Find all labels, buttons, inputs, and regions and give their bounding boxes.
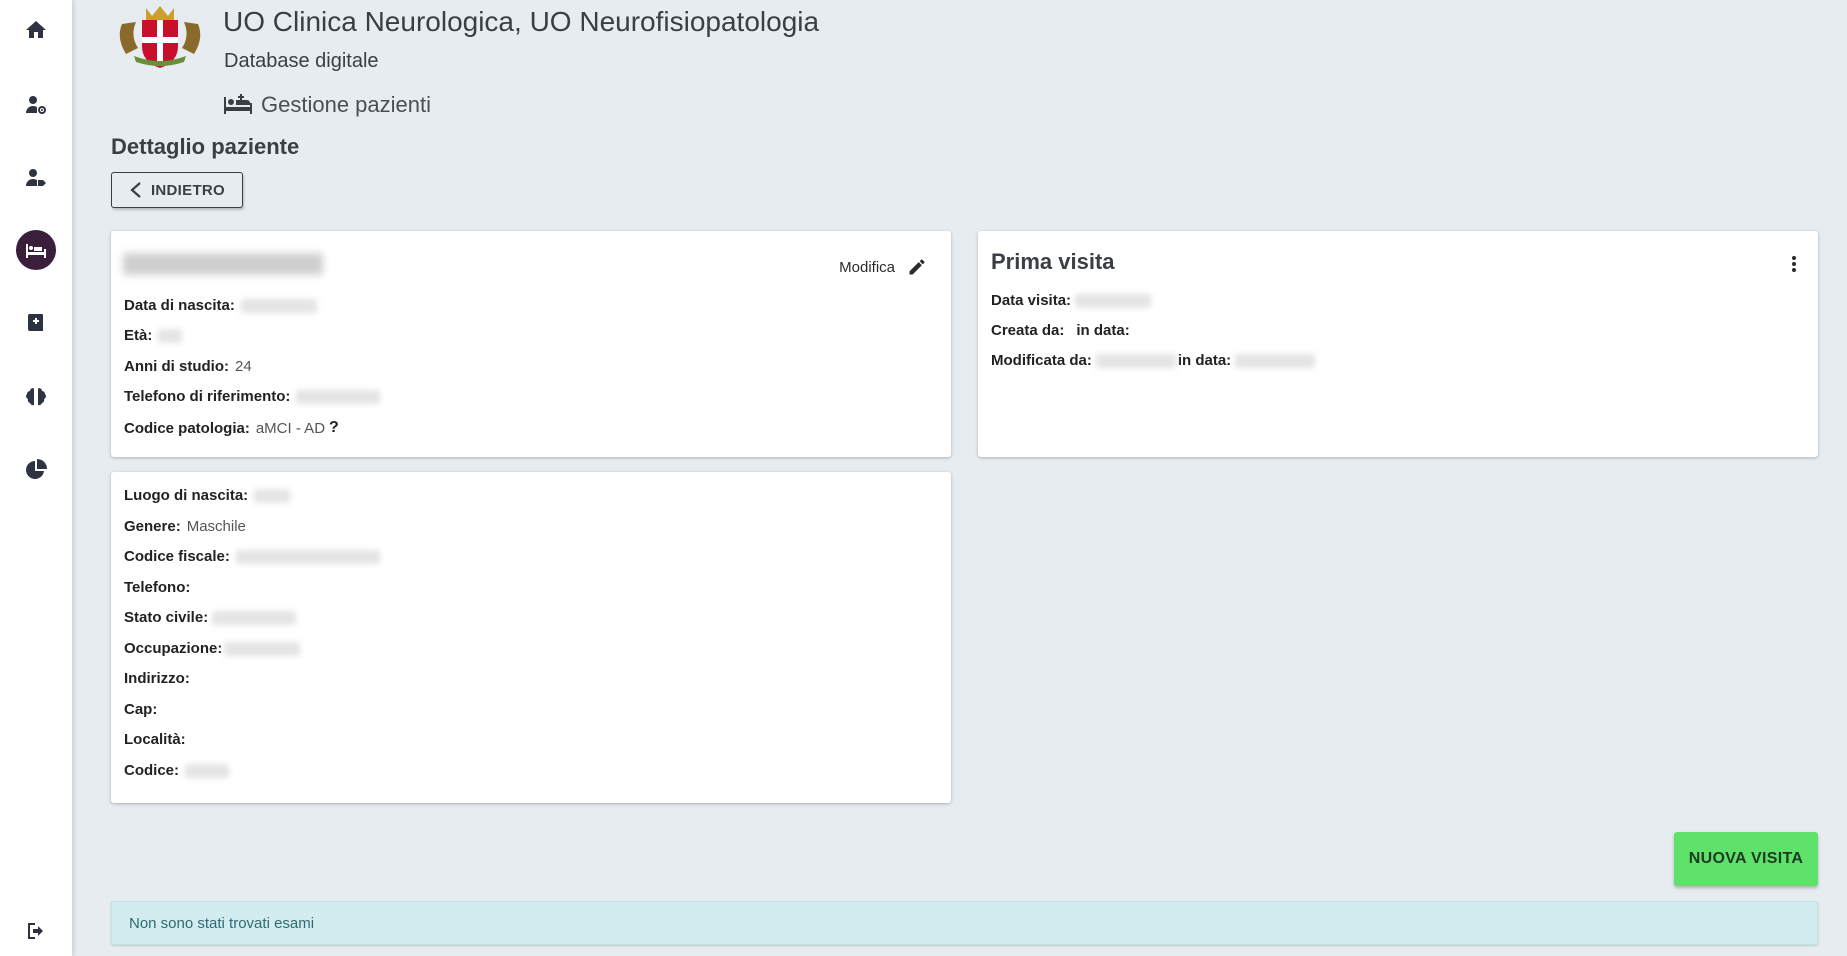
gender-field: Genere: Maschile (124, 518, 246, 535)
back-button[interactable]: INDIETRO (111, 172, 243, 208)
pie-chart-icon[interactable] (16, 450, 56, 490)
redacted-value (212, 610, 297, 625)
patient-details-card: Luogo di nascita: Genere: Maschile Codic… (111, 472, 951, 803)
age-field: Età: (124, 327, 183, 344)
chevron-left-icon (130, 182, 141, 198)
created-by-field: Creata da: in data: (991, 322, 1130, 339)
page-title: Dettaglio paziente (111, 134, 300, 159)
sidebar (0, 0, 72, 956)
edit-button[interactable]: Modifica (839, 257, 927, 277)
logout-icon[interactable] (16, 911, 56, 951)
redacted-value (254, 488, 291, 503)
visit-title: Prima visita (991, 249, 1115, 274)
occupation-field: Occupazione: (124, 640, 301, 657)
new-visit-button[interactable]: NUOVA VISITA (1674, 832, 1818, 886)
app-title: UO Clinica Neurologica, UO Neurofisiopat… (223, 6, 820, 37)
redacted-value (158, 328, 183, 343)
birth-date-field: Data di nascita: (124, 297, 317, 314)
address-field: Indirizzo: (124, 670, 190, 687)
coat-of-arms-logo (112, 4, 208, 70)
visit-date-field: Data visita: (991, 292, 1152, 309)
phone-field: Telefono: (124, 579, 191, 596)
patient-name-redacted (123, 253, 323, 275)
visit-card: Prima visita Data visita: Creata da: in … (978, 231, 1818, 457)
app-subtitle: Database digitale (224, 50, 379, 72)
redacted-value (296, 389, 381, 404)
redacted-value (185, 763, 230, 778)
pathology-code-field: Codice patologia: aMCI - AD ? (124, 419, 339, 437)
redacted-value (240, 298, 317, 313)
birthplace-field: Luogo di nascita: (124, 487, 291, 504)
user-settings-icon[interactable] (16, 85, 56, 125)
marital-status-field: Stato civile: (124, 609, 297, 626)
patient-bed-icon[interactable] (16, 230, 56, 270)
redacted-value (1095, 353, 1176, 368)
reference-phone-field: Telefono di riferimento: (124, 388, 381, 405)
redacted-value (224, 641, 301, 656)
home-icon[interactable] (16, 10, 56, 50)
medical-book-icon[interactable] (16, 303, 56, 343)
brain-icon[interactable] (16, 377, 56, 417)
redacted-value (235, 549, 380, 564)
postal-code-field: Cap: (124, 701, 158, 718)
more-options-icon[interactable] (1784, 253, 1804, 275)
redacted-value (1235, 353, 1316, 368)
section-header: Gestione pazienti (223, 92, 431, 118)
city-field: Località: (124, 731, 186, 748)
patient-card: Modifica Data di nascita: Età: Anni di s… (111, 231, 951, 457)
back-button-label: INDIETRO (150, 181, 226, 199)
user-tag-icon[interactable] (16, 158, 56, 198)
study-years-field: Anni di studio: 24 (124, 358, 252, 375)
edit-label: Modifica (839, 258, 895, 276)
code-field: Codice: (124, 762, 230, 779)
no-exams-alert: Non sono stati trovati esami (111, 901, 1818, 945)
patient-bed-icon (224, 94, 252, 114)
tax-code-field: Codice fiscale: (124, 548, 380, 565)
help-icon[interactable]: ? (329, 419, 339, 437)
modified-by-field: Modificata da: in data: (991, 352, 1316, 369)
redacted-value (1075, 293, 1152, 308)
pencil-icon (909, 259, 925, 275)
section-title: Gestione pazienti (261, 92, 431, 117)
